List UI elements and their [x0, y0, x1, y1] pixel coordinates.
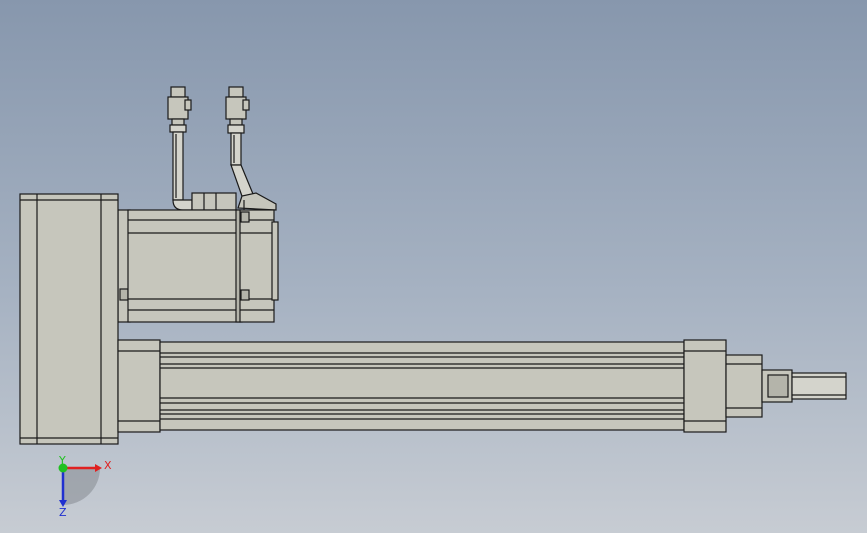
servo-motor — [117, 209, 279, 323]
connector-right — [225, 86, 254, 200]
orientation-triad: X Y Z — [58, 454, 112, 519]
cad-viewport[interactable]: X Y Z — [0, 0, 867, 533]
z-axis-label: Z — [59, 506, 67, 519]
actuator-body — [117, 339, 727, 433]
y-axis-label: Y — [58, 454, 66, 467]
connector-left — [167, 86, 193, 211]
cable-gland-left — [191, 192, 237, 211]
side-housing — [19, 193, 119, 445]
actuator-model[interactable]: X Y Z — [0, 0, 867, 533]
cable-gland-right — [237, 192, 277, 211]
piston-rod — [725, 354, 847, 418]
x-axis-label: X — [104, 459, 112, 472]
